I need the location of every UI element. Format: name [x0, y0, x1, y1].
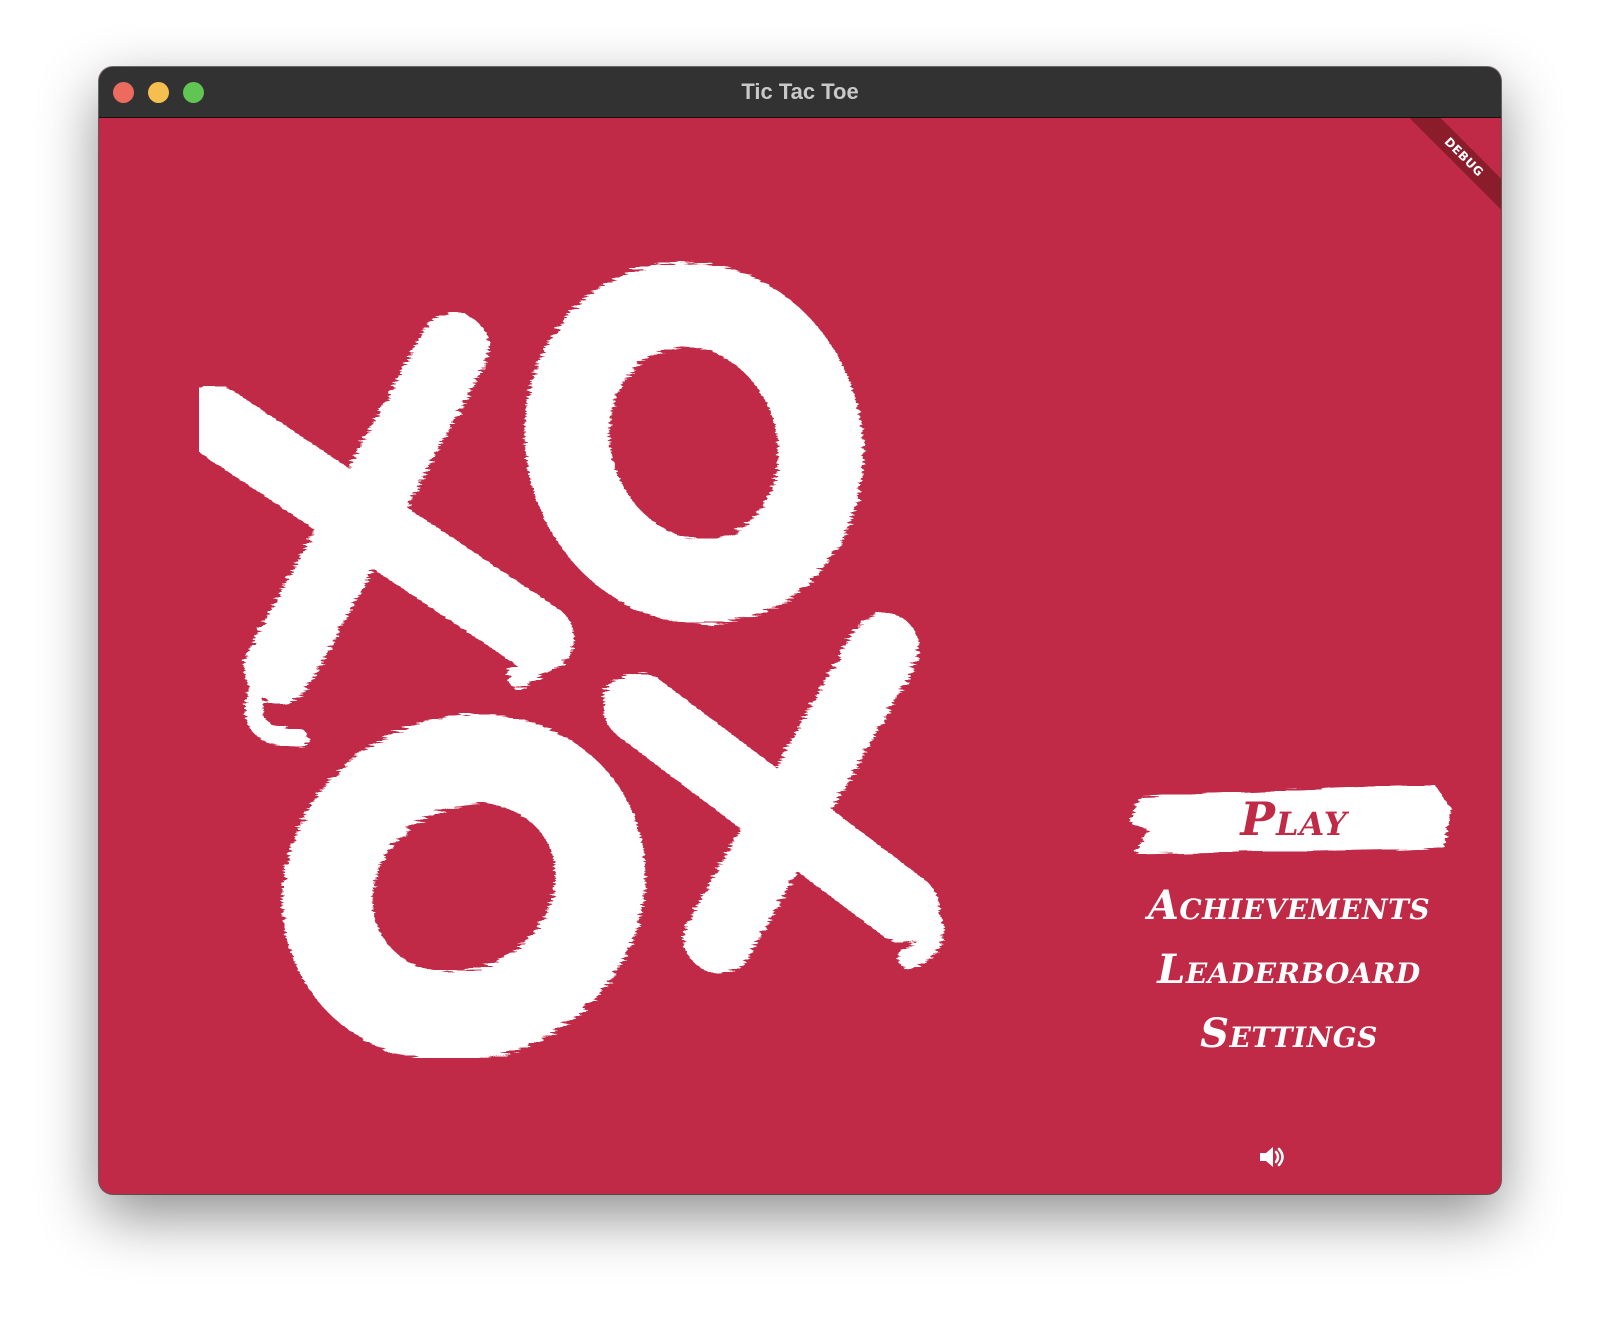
title-bar[interactable]: Tic Tac Toe — [99, 67, 1501, 118]
x-mark-bottom-right — [603, 613, 944, 973]
play-button[interactable]: Play — [1129, 778, 1459, 868]
app-window: Tic Tac Toe DEBUG Play Achievements Lead… — [99, 67, 1501, 1194]
main-menu-screen: DEBUG Play Achievements Leaderboard Sett… — [99, 118, 1501, 1194]
play-label: Play — [1240, 792, 1348, 846]
main-menu: Play Achievements Leaderboard Settings — [1109, 778, 1469, 1066]
window-title: Tic Tac Toe — [741, 79, 859, 104]
tic-tac-toe-logo — [199, 262, 944, 1058]
achievements-button[interactable]: Achievements — [1119, 874, 1459, 938]
x-mark-top-left — [199, 313, 574, 747]
o-mark-top-right — [524, 262, 864, 624]
settings-button[interactable]: Settings — [1119, 1002, 1459, 1066]
o-mark-bottom-left — [282, 714, 646, 1058]
debug-banner: DEBUG — [1403, 118, 1501, 218]
leaderboard-button[interactable]: Leaderboard — [1119, 938, 1459, 1002]
speaker-icon[interactable] — [1256, 1142, 1286, 1172]
